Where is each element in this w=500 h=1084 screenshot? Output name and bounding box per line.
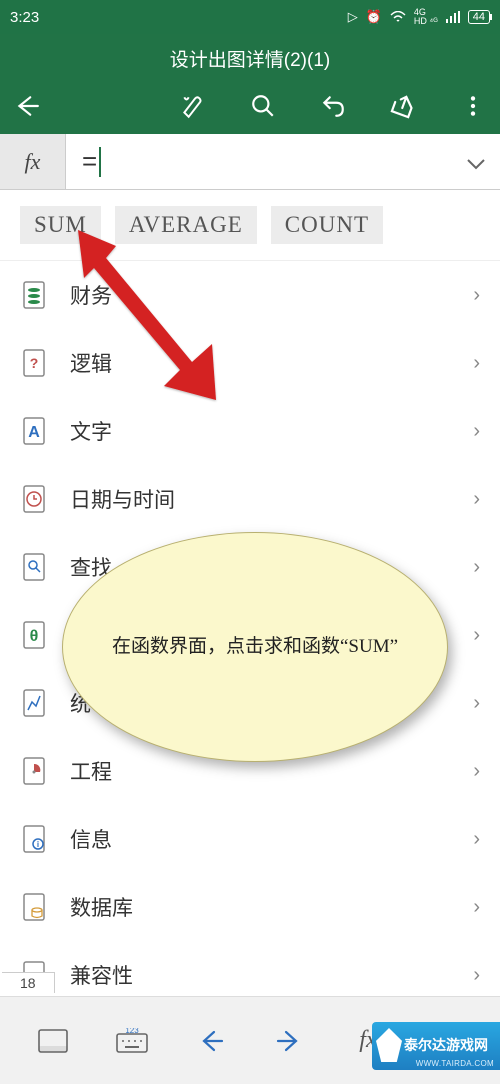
text-icon: A [20,415,48,447]
formula-value: = [82,146,97,177]
engineering-icon [20,755,48,787]
chevron-right-icon: › [473,692,480,715]
info-icon: i [20,823,48,855]
category-label: 兼容性 [70,960,451,990]
keyboard-button[interactable]: 123 [108,1017,156,1065]
document-title: 设计出图详情(2)(1) [0,34,500,82]
signal-icon-1: 4GHD ⁴ᴳ [414,8,438,26]
chevron-right-icon: › [473,964,480,987]
chevron-right-icon: › [473,760,480,783]
next-button[interactable] [265,1017,313,1065]
status-icons: ▷ ⏰ 4GHD ⁴ᴳ 44 [348,8,490,26]
sheet-tab[interactable]: 18 [2,972,55,993]
more-button[interactable] [460,93,486,124]
category-label: 日期与时间 [70,484,451,514]
status-time: 3:23 [10,9,348,26]
toolbar [0,82,500,134]
suggestion-average[interactable]: AVERAGE [115,206,257,244]
category-logic[interactable]: ? 逻辑 › [20,329,480,397]
edit-button[interactable] [180,93,206,124]
function-suggestions: SUM AVERAGE COUNT [0,190,500,261]
database-icon [20,891,48,923]
fx-label[interactable]: fx [0,134,66,189]
status-bar: 3:23 ▷ ⏰ 4GHD ⁴ᴳ 44 [0,0,500,34]
function-categories: 财务 › ? 逻辑 › A 文字 › 日期与时间 › 查找 › θ › 统 › … [0,261,500,1009]
watermark-brand: 泰尔达游戏网 [404,1038,488,1053]
card-view-button[interactable] [29,1017,77,1065]
category-label: 数据库 [70,892,451,922]
chevron-right-icon: › [473,896,480,919]
chevron-right-icon: › [473,828,480,851]
category-math[interactable]: θ › [20,601,480,669]
math-icon: θ [20,619,48,651]
category-database[interactable]: 数据库 › [20,873,480,941]
svg-text:?: ? [30,355,39,371]
svg-text:i: i [37,840,39,849]
chevron-right-icon: › [473,488,480,511]
lookup-icon [20,551,48,583]
chevron-right-icon: › [473,624,480,647]
finance-icon [20,279,48,311]
stats-icon [20,687,48,719]
svg-text:123: 123 [125,1028,139,1035]
chevron-right-icon: › [473,420,480,443]
undo-button[interactable] [320,93,346,124]
suggestion-count[interactable]: COUNT [271,206,383,244]
share-button[interactable] [390,93,416,124]
alarm-icon: ⏰ [366,9,382,25]
chevron-right-icon: › [473,284,480,307]
category-stats[interactable]: 统 › [20,669,480,737]
formula-input[interactable]: = [66,134,500,189]
chevron-right-icon: › [473,556,480,579]
category-engineering[interactable]: 工程 › [20,737,480,805]
wifi-icon [390,11,406,23]
search-button[interactable] [250,93,276,124]
vowifi-icon: ▷ [348,9,358,25]
category-label: 逻辑 [70,348,451,378]
category-label: 信息 [70,824,451,854]
category-label: 工程 [70,756,451,786]
back-button[interactable] [14,93,40,124]
category-label: 文字 [70,416,451,446]
chevron-right-icon: › [473,352,480,375]
watermark-url: WWW.TAIRDA.COM [416,1059,494,1068]
category-label: 财务 [70,280,451,310]
category-text[interactable]: A 文字 › [20,397,480,465]
formula-bar: fx = [0,134,500,190]
logic-icon: ? [20,347,48,379]
suggestion-sum[interactable]: SUM [20,206,101,244]
formula-dropdown[interactable] [466,146,486,177]
category-label: 统 [70,688,451,718]
svg-text:A: A [28,424,40,441]
datetime-icon [20,483,48,515]
category-lookup[interactable]: 查找 › [20,533,480,601]
category-info[interactable]: i 信息 › [20,805,480,873]
category-datetime[interactable]: 日期与时间 › [20,465,480,533]
watermark: 泰尔达游戏网 WWW.TAIRDA.COM [372,1022,500,1070]
category-label: 查找 [70,552,451,582]
signal-bars-icon [446,11,460,23]
svg-text:θ: θ [30,628,39,645]
category-finance[interactable]: 财务 › [20,261,480,329]
battery-icon: 44 [468,10,490,24]
prev-button[interactable] [187,1017,235,1065]
